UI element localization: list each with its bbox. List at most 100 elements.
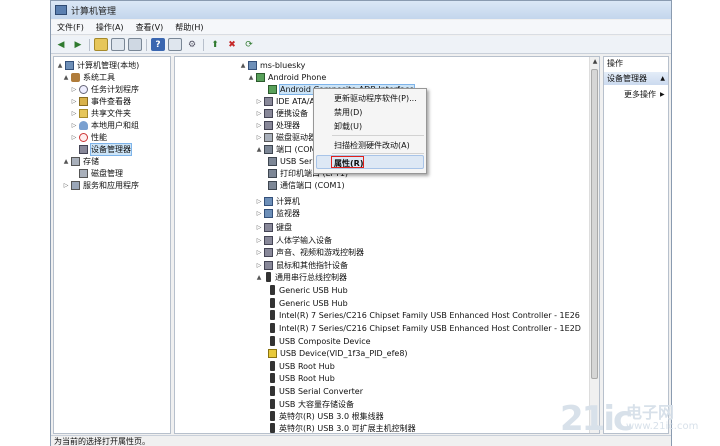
device-category-sound[interactable]: ▷ 声音、视频和游戏控制器 <box>255 246 364 258</box>
portable-icon <box>264 108 273 118</box>
device-category-keyboards[interactable]: ▷ 键盘 <box>255 221 292 233</box>
expand-arrow-icon[interactable]: ▷ <box>255 98 263 105</box>
device-category-processor[interactable]: ▷ 处理器 <box>255 119 300 131</box>
expand-arrow-icon[interactable]: ▷ <box>70 110 78 117</box>
expand-arrow-icon[interactable]: ▷ <box>70 122 78 129</box>
device-label: 英特尔(R) USB 3.0 可扩展主机控制器 <box>279 423 416 433</box>
collapse-arrow-icon[interactable]: ▲ <box>255 274 263 281</box>
tree-item-system-tools[interactable]: ▲ 系统工具 <box>62 71 115 83</box>
device-category-android-phone[interactable]: ▲ Android Phone <box>247 71 326 83</box>
expand-arrow-icon[interactable]: ▷ <box>255 224 263 231</box>
actions-section-device-manager[interactable]: 设备管理器 ▲ <box>604 72 668 85</box>
device-category-disk-drives[interactable]: ▷ 磁盘驱动器 <box>255 131 316 143</box>
list-icon[interactable] <box>128 38 142 51</box>
collapse-arrow-icon[interactable]: ▲ <box>62 158 70 165</box>
collapse-arrow-icon[interactable]: ▲ <box>247 74 255 81</box>
device-node-computer[interactable]: ▲ ms-bluesky <box>239 59 305 71</box>
device-category-hid[interactable]: ▷ 人体学输入设备 <box>255 234 332 246</box>
device-usb-mass-storage[interactable]: USB 大容量存储设备 <box>259 398 354 410</box>
device-tree-scrollbar[interactable]: ▲ ▼ <box>589 57 599 433</box>
device-intel-usb3-root-hub[interactable]: 英特尔(R) USB 3.0 根集线器 <box>259 410 384 422</box>
scroll-up-arrow-icon[interactable]: ▲ <box>590 57 599 67</box>
expand-arrow-icon[interactable]: ▷ <box>70 86 78 93</box>
collapse-arrow-icon[interactable]: ▲ <box>660 75 665 82</box>
more-actions-link[interactable]: 更多操作 ▶ <box>624 88 665 100</box>
back-arrow-icon[interactable]: ◀ <box>54 38 68 51</box>
menu-file[interactable]: 文件(F) <box>51 22 90 33</box>
menu-help[interactable]: 帮助(H) <box>169 22 209 33</box>
device-category-usb-controllers[interactable]: ▲ 通用串行总线控制器 <box>255 271 347 283</box>
console-icon[interactable] <box>168 38 182 51</box>
device-category-mice[interactable]: ▷ 鼠标和其他指针设备 <box>255 259 348 271</box>
device-label: USB Device(VID_1f3a_PID_efe8) <box>280 348 408 358</box>
expand-arrow-icon[interactable]: ▷ <box>255 122 263 129</box>
device-com-port[interactable]: 通信端口 (COM1) <box>259 179 345 191</box>
scan-icon[interactable]: ⟳ <box>242 38 256 51</box>
tree-item-shared-folders[interactable]: ▷ 共享文件夹 <box>70 107 131 119</box>
menu-update-driver[interactable]: 更新驱动程序软件(P)... <box>334 92 417 104</box>
computer-management-icon <box>55 5 67 15</box>
expand-arrow-icon[interactable]: ▷ <box>255 198 263 205</box>
title-bar[interactable]: 计算机管理 <box>51 1 671 19</box>
tree-item-task-scheduler[interactable]: ▷ 任务计划程序 <box>70 83 139 95</box>
device-intel-ehci-1e2d[interactable]: Intel(R) 7 Series/C216 Chipset Family US… <box>259 322 581 334</box>
collapse-arrow-icon[interactable]: ▲ <box>56 62 64 69</box>
expand-arrow-icon[interactable]: ▷ <box>255 134 263 141</box>
hid-icon <box>264 235 273 245</box>
storage-icon <box>71 156 80 166</box>
tree-item-storage[interactable]: ▲ 存储 <box>62 155 99 167</box>
tree-item-performance[interactable]: ▷ 性能 <box>70 131 107 143</box>
tree-item-disk-management[interactable]: 磁盘管理 <box>70 167 123 179</box>
disable-icon[interactable]: ⬆ <box>208 38 222 51</box>
collapse-arrow-icon[interactable]: ▲ <box>255 146 263 153</box>
expand-arrow-icon[interactable]: ▷ <box>255 237 263 244</box>
expand-arrow-icon[interactable]: ▷ <box>255 110 263 117</box>
tree-item-label: 系统工具 <box>83 72 115 82</box>
device-intel-ehci-1e26[interactable]: Intel(R) 7 Series/C216 Chipset Family US… <box>259 309 580 321</box>
tree-item-local-users[interactable]: ▷ 本地用户和组 <box>70 119 139 131</box>
device-usb-serial-converter[interactable]: USB Serial Converter <box>259 385 363 397</box>
device-usb-root-hub[interactable]: USB Root Hub <box>259 360 335 372</box>
device-generic-usb-hub[interactable]: Generic USB Hub <box>259 284 348 296</box>
device-intel-usb3-xhci[interactable]: 英特尔(R) USB 3.0 可扩展主机控制器 <box>259 422 416 433</box>
expand-arrow-icon[interactable]: ▷ <box>255 262 263 269</box>
update-driver-icon[interactable]: ⚙ <box>185 38 199 51</box>
device-category-portable[interactable]: ▷ 便携设备 <box>255 107 308 119</box>
expand-arrow-icon[interactable]: ▷ <box>70 98 78 105</box>
menu-disable[interactable]: 禁用(D) <box>334 106 362 118</box>
device-usb-unknown[interactable]: USB Device(VID_1f3a_PID_efe8) <box>259 347 408 359</box>
tree-item-device-manager[interactable]: 设备管理器 <box>70 142 132 156</box>
properties-icon[interactable] <box>111 38 125 51</box>
menu-view[interactable]: 查看(V) <box>130 22 170 33</box>
toolbar-separator <box>146 38 147 51</box>
tree-item-services-apps[interactable]: ▷ 服务和应用程序 <box>62 179 139 191</box>
uninstall-icon[interactable]: ✖ <box>225 38 239 51</box>
scrollbar-thumb[interactable] <box>591 69 598 379</box>
device-generic-usb-hub[interactable]: Generic USB Hub <box>259 297 348 309</box>
menu-scan-hardware[interactable]: 扫描检测硬件改动(A) <box>334 139 410 151</box>
device-usb-composite[interactable]: USB Composite Device <box>259 335 371 347</box>
device-label: 处理器 <box>276 120 300 130</box>
tree-item-computer-management[interactable]: ▲ 计算机管理(本地) <box>56 59 139 71</box>
device-category-monitors[interactable]: ▷ 监视器 <box>255 207 300 219</box>
expand-arrow-icon[interactable]: ▷ <box>255 249 263 256</box>
disk-icon <box>79 168 88 178</box>
expand-arrow-icon[interactable]: ▷ <box>255 210 263 217</box>
expand-arrow-icon[interactable]: ▷ <box>62 182 70 189</box>
collapse-arrow-icon[interactable]: ▲ <box>62 74 70 81</box>
expand-arrow-icon[interactable]: ▷ <box>70 134 78 141</box>
up-folder-icon[interactable] <box>94 38 108 51</box>
more-actions-label: 更多操作 <box>624 89 656 99</box>
menu-uninstall[interactable]: 卸载(U) <box>334 120 362 132</box>
menu-action[interactable]: 操作(A) <box>90 22 130 33</box>
forward-arrow-icon[interactable]: ▶ <box>71 38 85 51</box>
tree-item-event-viewer[interactable]: ▷ 事件查看器 <box>70 95 131 107</box>
device-category-computer[interactable]: ▷ 计算机 <box>255 195 300 207</box>
tree-item-label: 服务和应用程序 <box>83 180 139 190</box>
collapse-arrow-icon[interactable]: ▲ <box>239 62 247 69</box>
device-usb-root-hub[interactable]: USB Root Hub <box>259 372 335 384</box>
actions-section-label: 设备管理器 <box>607 74 647 83</box>
help-icon[interactable]: ? <box>151 38 165 51</box>
actions-pane: 操作 设备管理器 ▲ 更多操作 ▶ <box>603 56 669 434</box>
annotation-red-box <box>331 156 364 168</box>
